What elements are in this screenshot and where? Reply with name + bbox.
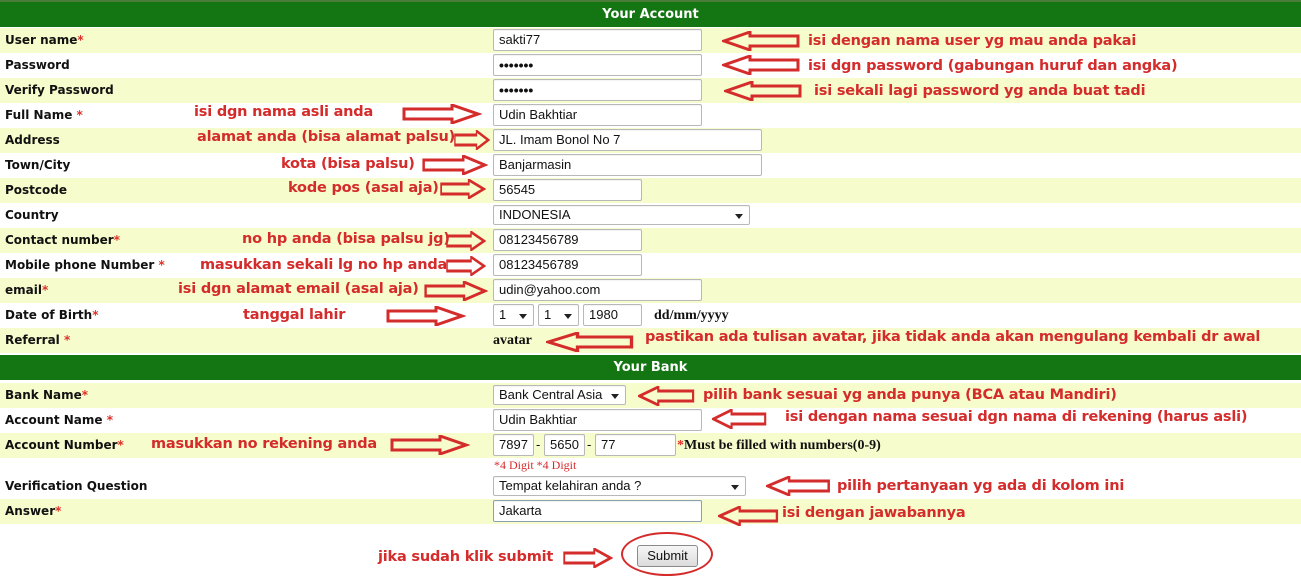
postcode-input[interactable]: 56545: [493, 179, 642, 201]
arrow-right-icon: [422, 155, 487, 175]
username-input[interactable]: sakti77: [493, 29, 702, 51]
answer-label: Answer*: [5, 504, 62, 518]
verification-question-label: Verification Question: [5, 479, 148, 493]
town-label: Town/City: [5, 158, 71, 172]
arrow-left-icon: [638, 386, 695, 406]
referral-label: Referral *: [5, 333, 71, 347]
verification-question-select[interactable]: Tempat kelahiran anda ?: [493, 476, 746, 496]
annotation-address: alamat anda (bisa alamat palsu): [197, 129, 456, 145]
row-postcode: Postcode 56545: [0, 178, 1301, 203]
contact-input[interactable]: 08123456789: [493, 229, 642, 251]
username-label: User name*: [5, 33, 84, 47]
annotation-account-number: masukkan no rekening anda: [151, 436, 378, 452]
your-account-header: Your Account: [0, 2, 1301, 27]
chevron-down-icon: [564, 314, 572, 319]
arrow-left-icon: [546, 332, 634, 352]
arrow-right-icon: [386, 306, 464, 326]
annotation-answer: isi dengan jawabannya: [782, 505, 966, 521]
password-input[interactable]: •••••••: [493, 54, 702, 76]
arrow-left-icon: [724, 81, 802, 101]
annotation-account-name: isi dengan nama sesuai dgn nama di reken…: [785, 409, 1248, 425]
row-mobile: Mobile phone Number * 08123456789: [0, 253, 1301, 278]
arrow-right-icon: [390, 435, 468, 455]
bank-name-label: Bank Name*: [5, 388, 89, 402]
referral-value: avatar: [493, 333, 532, 348]
town-input[interactable]: Banjarmasin: [493, 154, 762, 176]
dob-label: Date of Birth*: [5, 308, 99, 322]
account-number-part3-input[interactable]: 77: [595, 434, 676, 456]
address-input[interactable]: JL. Imam Bonol No 7: [493, 129, 762, 151]
mobile-input[interactable]: 08123456789: [493, 254, 642, 276]
row-address: Address JL. Imam Bonol No 7: [0, 128, 1301, 153]
arrow-right-icon: [402, 104, 480, 124]
dob-format-hint: dd/mm/yyyy: [654, 308, 729, 323]
country-label: Country: [5, 208, 59, 222]
account-name-label: Account Name *: [5, 413, 113, 427]
account-number-part1-input[interactable]: 7897: [493, 434, 534, 456]
arrow-left-icon: [718, 506, 779, 526]
row-answer: Answer* Jakarta: [0, 499, 1301, 524]
row-contact: Contact number* 08123456789: [0, 228, 1301, 253]
arrow-right-icon: [454, 130, 490, 150]
row-dob: Date of Birth* 1 1 1980 dd/mm/yyyy: [0, 303, 1301, 328]
address-label: Address: [5, 133, 60, 147]
annotation-mobile: masukkan sekali lg no hp anda: [200, 257, 448, 273]
contact-label: Contact number*: [5, 233, 120, 247]
annotation-referral: pastikan ada tulisan avatar, jika tidak …: [645, 329, 1261, 345]
annotation-contact: no hp anda (bisa palsu jg): [242, 231, 450, 247]
account-number-label: Account Number*: [5, 438, 124, 452]
annotation-email: isi dgn alamat email (asal aja): [178, 281, 419, 297]
password-label: Password: [5, 58, 70, 72]
full-name-input[interactable]: Udin Bakhtiar: [493, 104, 702, 126]
annotation-password: isi dgn password (gabungan huruf dan ang…: [808, 58, 1178, 74]
postcode-label: Postcode: [5, 183, 68, 197]
arrow-left-icon: [722, 55, 800, 75]
annotation-town: kota (bisa palsu): [281, 156, 415, 172]
arrow-left-icon: [712, 409, 767, 429]
mobile-label: Mobile phone Number *: [5, 258, 165, 272]
bank-name-select[interactable]: Bank Central Asia: [493, 385, 626, 405]
verify-password-label: Verify Password: [5, 83, 114, 97]
account-number-hint: *Must be filled with numbers(0-9): [677, 438, 881, 453]
annotation-verify-password: isi sekali lagi password yg anda buat ta…: [814, 83, 1146, 99]
arrow-right-icon: [563, 548, 612, 568]
country-select[interactable]: INDONESIA: [493, 205, 750, 225]
arrow-right-icon: [424, 281, 487, 301]
email-input[interactable]: udin@yahoo.com: [493, 279, 702, 301]
chevron-down-icon: [735, 214, 743, 219]
annotation-submit: jika sudah klik submit: [378, 549, 554, 565]
annotation-bank-name: pilih bank sesuai yg anda punya (BCA ata…: [703, 387, 1117, 403]
annotation-username: isi dengan nama user yg mau anda pakai: [808, 33, 1137, 49]
annotation-full-name: isi dgn nama asli anda: [194, 104, 374, 120]
verify-password-input[interactable]: •••••••: [493, 79, 702, 101]
account-name-input[interactable]: Udin Bakhtiar: [493, 409, 702, 431]
row-digit-hint: *4 Digit *4 Digit: [0, 458, 1301, 474]
chevron-down-icon: [519, 314, 527, 319]
submit-button[interactable]: Submit: [637, 545, 698, 567]
arrow-right-icon: [446, 231, 486, 251]
dob-year-input[interactable]: 1980: [583, 304, 642, 326]
full-name-label: Full Name *: [5, 108, 83, 122]
arrow-left-icon: [722, 31, 800, 51]
arrow-right-icon: [446, 256, 486, 276]
arrow-right-icon: [440, 179, 486, 199]
your-bank-header: Your Bank: [0, 355, 1301, 380]
chevron-down-icon: [611, 394, 619, 399]
annotation-verification-question: pilih pertanyaan yg ada di kolom ini: [837, 478, 1125, 494]
arrow-left-icon: [766, 476, 831, 496]
dob-month-select[interactable]: 1: [538, 304, 579, 326]
row-town: Town/City Banjarmasin: [0, 153, 1301, 178]
email-label: email*: [5, 283, 49, 297]
answer-input[interactable]: Jakarta: [493, 500, 702, 522]
account-number-part2-input[interactable]: 5650: [544, 434, 585, 456]
annotation-dob: tanggal lahir: [243, 307, 346, 323]
separator-dash: -: [587, 437, 592, 452]
digit-hint: *4 Digit *4 Digit: [494, 458, 577, 472]
chevron-down-icon: [731, 485, 739, 490]
separator-dash: -: [536, 437, 541, 452]
annotation-postcode: kode pos (asal aja): [288, 180, 439, 196]
dob-day-select[interactable]: 1: [493, 304, 534, 326]
row-country: Country INDONESIA: [0, 203, 1301, 228]
